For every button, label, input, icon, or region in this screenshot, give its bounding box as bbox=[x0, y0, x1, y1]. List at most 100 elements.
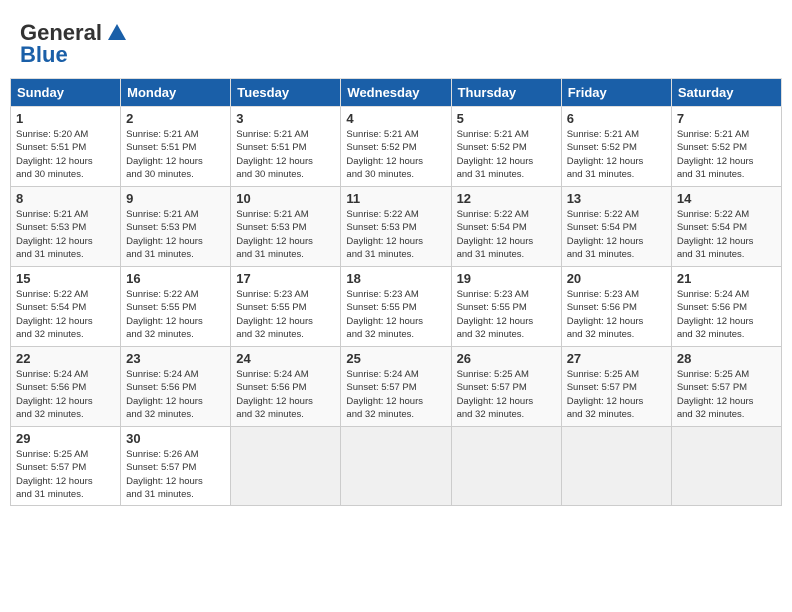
day-info: Sunrise: 5:21 AM Sunset: 5:52 PM Dayligh… bbox=[677, 128, 776, 181]
logo-blue: Blue bbox=[20, 42, 68, 68]
calendar-day-16: 16 Sunrise: 5:22 AM Sunset: 5:55 PM Dayli… bbox=[121, 267, 231, 347]
day-info: Sunrise: 5:24 AM Sunset: 5:56 PM Dayligh… bbox=[16, 368, 115, 421]
column-header-saturday: Saturday bbox=[671, 79, 781, 107]
column-header-thursday: Thursday bbox=[451, 79, 561, 107]
day-number: 21 bbox=[677, 271, 776, 286]
day-info: Sunrise: 5:24 AM Sunset: 5:56 PM Dayligh… bbox=[677, 288, 776, 341]
calendar-day-13: 13 Sunrise: 5:22 AM Sunset: 5:54 PM Dayli… bbox=[561, 187, 671, 267]
day-info: Sunrise: 5:25 AM Sunset: 5:57 PM Dayligh… bbox=[567, 368, 666, 421]
column-header-wednesday: Wednesday bbox=[341, 79, 451, 107]
day-info: Sunrise: 5:23 AM Sunset: 5:55 PM Dayligh… bbox=[236, 288, 335, 341]
calendar-day-15: 15 Sunrise: 5:22 AM Sunset: 5:54 PM Dayli… bbox=[11, 267, 121, 347]
day-info: Sunrise: 5:20 AM Sunset: 5:51 PM Dayligh… bbox=[16, 128, 115, 181]
day-number: 24 bbox=[236, 351, 335, 366]
day-info: Sunrise: 5:21 AM Sunset: 5:53 PM Dayligh… bbox=[126, 208, 225, 261]
calendar-day-11: 11 Sunrise: 5:22 AM Sunset: 5:53 PM Dayli… bbox=[341, 187, 451, 267]
day-info: Sunrise: 5:26 AM Sunset: 5:57 PM Dayligh… bbox=[126, 448, 225, 501]
day-number: 26 bbox=[457, 351, 556, 366]
day-number: 8 bbox=[16, 191, 115, 206]
day-info: Sunrise: 5:22 AM Sunset: 5:55 PM Dayligh… bbox=[126, 288, 225, 341]
day-number: 28 bbox=[677, 351, 776, 366]
day-number: 9 bbox=[126, 191, 225, 206]
calendar-day-6: 6 Sunrise: 5:21 AM Sunset: 5:52 PM Daylig… bbox=[561, 107, 671, 187]
column-header-monday: Monday bbox=[121, 79, 231, 107]
calendar-day-20: 20 Sunrise: 5:23 AM Sunset: 5:56 PM Dayli… bbox=[561, 267, 671, 347]
calendar-day-29: 29 Sunrise: 5:25 AM Sunset: 5:57 PM Dayli… bbox=[11, 427, 121, 506]
day-info: Sunrise: 5:21 AM Sunset: 5:53 PM Dayligh… bbox=[236, 208, 335, 261]
day-info: Sunrise: 5:23 AM Sunset: 5:55 PM Dayligh… bbox=[346, 288, 445, 341]
day-info: Sunrise: 5:22 AM Sunset: 5:54 PM Dayligh… bbox=[457, 208, 556, 261]
day-info: Sunrise: 5:25 AM Sunset: 5:57 PM Dayligh… bbox=[677, 368, 776, 421]
day-number: 3 bbox=[236, 111, 335, 126]
day-number: 11 bbox=[346, 191, 445, 206]
day-number: 18 bbox=[346, 271, 445, 286]
calendar-week-4: 22 Sunrise: 5:24 AM Sunset: 5:56 PM Dayli… bbox=[11, 347, 782, 427]
calendar-day-empty bbox=[671, 427, 781, 506]
calendar-day-22: 22 Sunrise: 5:24 AM Sunset: 5:56 PM Dayli… bbox=[11, 347, 121, 427]
day-info: Sunrise: 5:22 AM Sunset: 5:53 PM Dayligh… bbox=[346, 208, 445, 261]
day-number: 17 bbox=[236, 271, 335, 286]
calendar-week-5: 29 Sunrise: 5:25 AM Sunset: 5:57 PM Dayli… bbox=[11, 427, 782, 506]
day-info: Sunrise: 5:24 AM Sunset: 5:56 PM Dayligh… bbox=[126, 368, 225, 421]
calendar-week-2: 8 Sunrise: 5:21 AM Sunset: 5:53 PM Daylig… bbox=[11, 187, 782, 267]
calendar-day-30: 30 Sunrise: 5:26 AM Sunset: 5:57 PM Dayli… bbox=[121, 427, 231, 506]
day-info: Sunrise: 5:22 AM Sunset: 5:54 PM Dayligh… bbox=[16, 288, 115, 341]
day-info: Sunrise: 5:25 AM Sunset: 5:57 PM Dayligh… bbox=[457, 368, 556, 421]
calendar-day-empty bbox=[561, 427, 671, 506]
calendar-day-8: 8 Sunrise: 5:21 AM Sunset: 5:53 PM Daylig… bbox=[11, 187, 121, 267]
day-number: 29 bbox=[16, 431, 115, 446]
logo-icon bbox=[106, 22, 128, 44]
column-header-tuesday: Tuesday bbox=[231, 79, 341, 107]
calendar-day-14: 14Sunrise: 5:22 AM Sunset: 5:54 PM Dayli… bbox=[671, 187, 781, 267]
day-number: 10 bbox=[236, 191, 335, 206]
calendar-day-17: 17 Sunrise: 5:23 AM Sunset: 5:55 PM Dayli… bbox=[231, 267, 341, 347]
calendar-day-26: 26 Sunrise: 5:25 AM Sunset: 5:57 PM Dayli… bbox=[451, 347, 561, 427]
calendar-week-1: 1Sunrise: 5:20 AM Sunset: 5:51 PM Daylig… bbox=[11, 107, 782, 187]
calendar-day-2: 2Sunrise: 5:21 AM Sunset: 5:51 PM Daylig… bbox=[121, 107, 231, 187]
calendar-day-23: 23 Sunrise: 5:24 AM Sunset: 5:56 PM Dayli… bbox=[121, 347, 231, 427]
day-number: 27 bbox=[567, 351, 666, 366]
calendar-day-10: 10 Sunrise: 5:21 AM Sunset: 5:53 PM Dayli… bbox=[231, 187, 341, 267]
day-info: Sunrise: 5:21 AM Sunset: 5:52 PM Dayligh… bbox=[457, 128, 556, 181]
calendar-header-row: SundayMondayTuesdayWednesdayThursdayFrid… bbox=[11, 79, 782, 107]
day-number: 2 bbox=[126, 111, 225, 126]
calendar-day-4: 4Sunrise: 5:21 AM Sunset: 5:52 PM Daylig… bbox=[341, 107, 451, 187]
day-info: Sunrise: 5:23 AM Sunset: 5:56 PM Dayligh… bbox=[567, 288, 666, 341]
calendar-week-3: 15 Sunrise: 5:22 AM Sunset: 5:54 PM Dayli… bbox=[11, 267, 782, 347]
day-number: 16 bbox=[126, 271, 225, 286]
calendar-day-empty bbox=[341, 427, 451, 506]
calendar-day-12: 12 Sunrise: 5:22 AM Sunset: 5:54 PM Dayli… bbox=[451, 187, 561, 267]
calendar-day-21: 21 Sunrise: 5:24 AM Sunset: 5:56 PM Dayli… bbox=[671, 267, 781, 347]
day-info: Sunrise: 5:22 AM Sunset: 5:54 PM Dayligh… bbox=[567, 208, 666, 261]
calendar-day-18: 18 Sunrise: 5:23 AM Sunset: 5:55 PM Dayli… bbox=[341, 267, 451, 347]
day-number: 30 bbox=[126, 431, 225, 446]
day-info: Sunrise: 5:22 AM Sunset: 5:54 PM Dayligh… bbox=[677, 208, 776, 261]
day-number: 19 bbox=[457, 271, 556, 286]
calendar-day-9: 9 Sunrise: 5:21 AM Sunset: 5:53 PM Daylig… bbox=[121, 187, 231, 267]
calendar-day-25: 25Sunrise: 5:24 AM Sunset: 5:57 PM Dayli… bbox=[341, 347, 451, 427]
calendar-day-5: 5Sunrise: 5:21 AM Sunset: 5:52 PM Daylig… bbox=[451, 107, 561, 187]
column-header-sunday: Sunday bbox=[11, 79, 121, 107]
day-number: 20 bbox=[567, 271, 666, 286]
calendar-day-empty bbox=[451, 427, 561, 506]
column-header-friday: Friday bbox=[561, 79, 671, 107]
day-info: Sunrise: 5:21 AM Sunset: 5:53 PM Dayligh… bbox=[16, 208, 115, 261]
day-number: 12 bbox=[457, 191, 556, 206]
day-number: 15 bbox=[16, 271, 115, 286]
day-number: 22 bbox=[16, 351, 115, 366]
day-number: 23 bbox=[126, 351, 225, 366]
calendar-day-empty bbox=[231, 427, 341, 506]
page-header: General Blue bbox=[10, 10, 782, 73]
day-number: 6 bbox=[567, 111, 666, 126]
day-info: Sunrise: 5:25 AM Sunset: 5:57 PM Dayligh… bbox=[16, 448, 115, 501]
calendar-table: SundayMondayTuesdayWednesdayThursdayFrid… bbox=[10, 78, 782, 506]
logo: General Blue bbox=[20, 20, 128, 68]
calendar-day-28: 28 Sunrise: 5:25 AM Sunset: 5:57 PM Dayli… bbox=[671, 347, 781, 427]
day-number: 13 bbox=[567, 191, 666, 206]
calendar-day-27: 27 Sunrise: 5:25 AM Sunset: 5:57 PM Dayli… bbox=[561, 347, 671, 427]
day-info: Sunrise: 5:21 AM Sunset: 5:52 PM Dayligh… bbox=[346, 128, 445, 181]
calendar-day-19: 19Sunrise: 5:23 AM Sunset: 5:55 PM Dayli… bbox=[451, 267, 561, 347]
calendar-day-7: 7Sunrise: 5:21 AM Sunset: 5:52 PM Daylig… bbox=[671, 107, 781, 187]
day-info: Sunrise: 5:24 AM Sunset: 5:57 PM Dayligh… bbox=[346, 368, 445, 421]
day-info: Sunrise: 5:21 AM Sunset: 5:52 PM Dayligh… bbox=[567, 128, 666, 181]
